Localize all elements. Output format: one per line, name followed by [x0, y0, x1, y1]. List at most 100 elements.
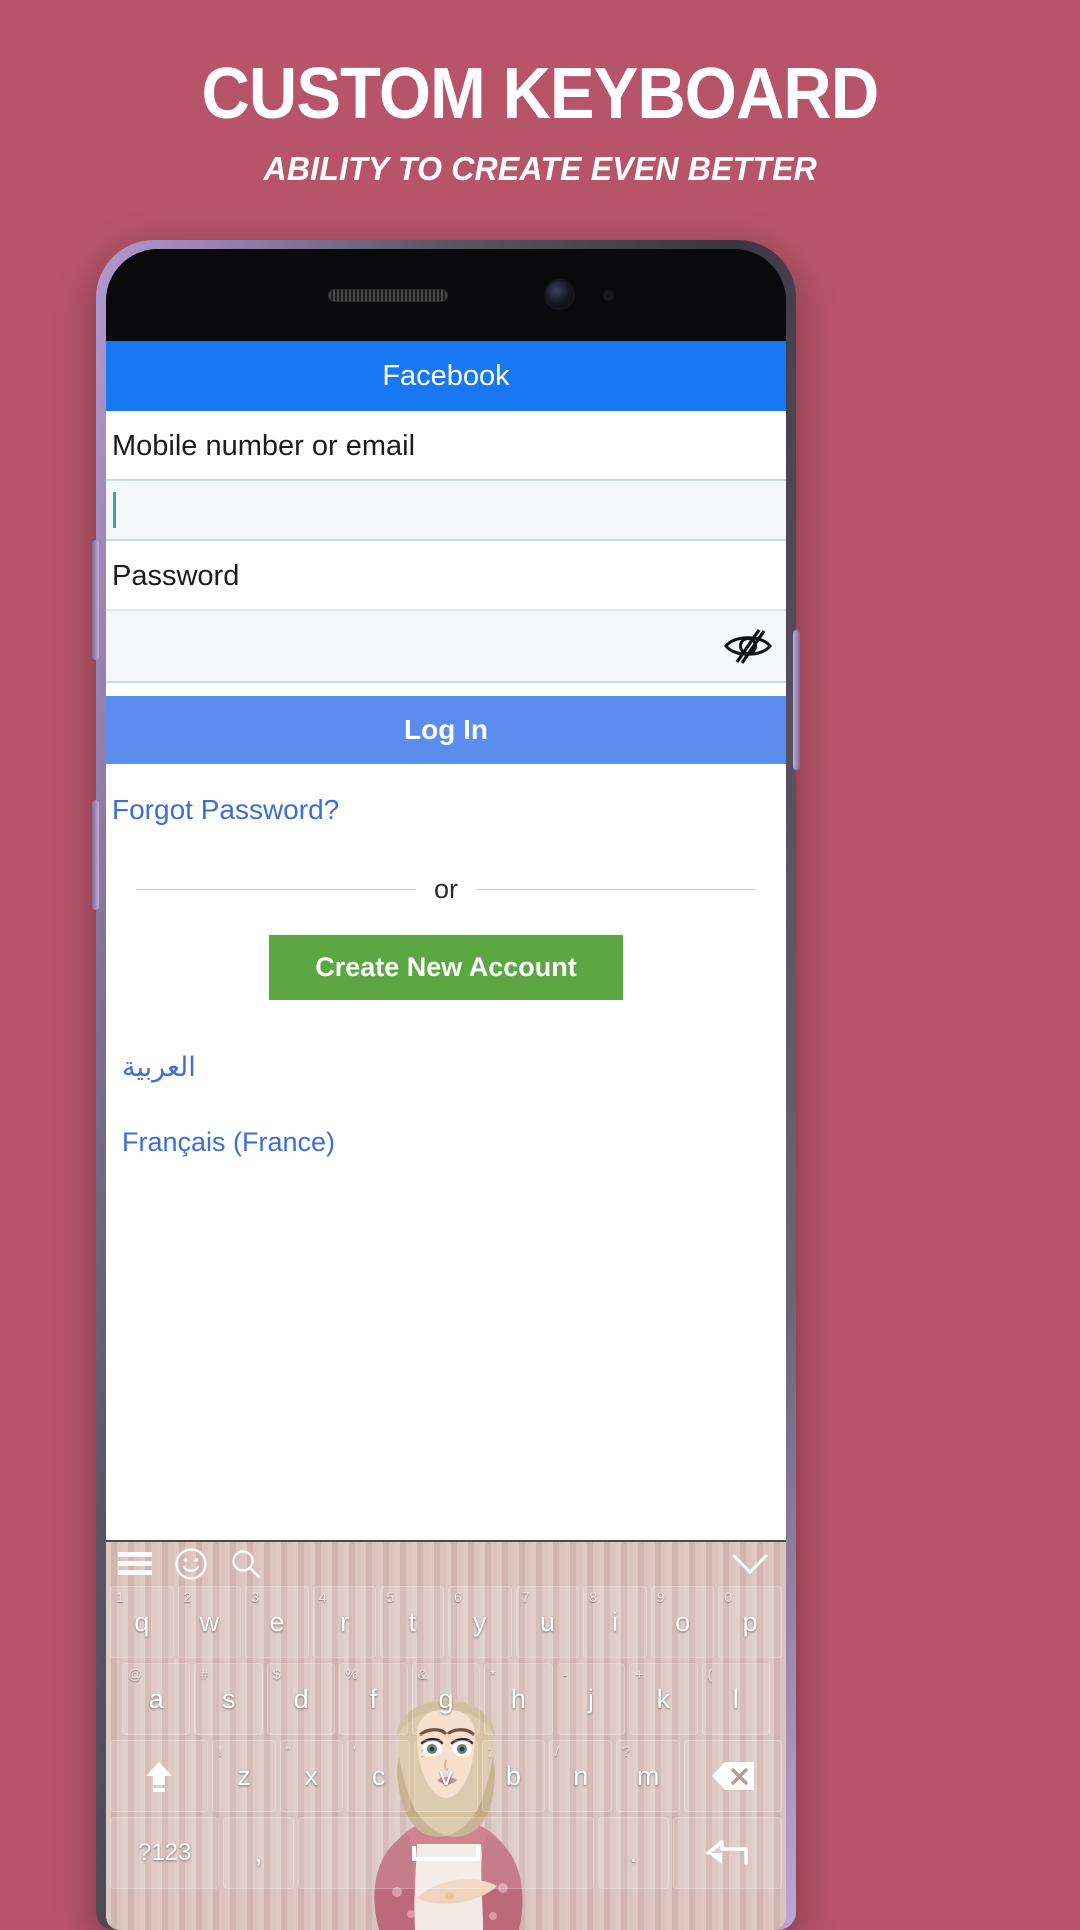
key-hint: 6 — [454, 1589, 462, 1605]
key-label: v — [439, 1760, 453, 1791]
key-g[interactable]: & g — [411, 1663, 481, 1735]
phone-screen-bezel: Facebook Mobile number or email Password — [106, 249, 786, 1930]
key-c[interactable]: ' c — [346, 1740, 411, 1812]
key-label: c — [371, 1760, 386, 1791]
app-bar-title: Facebook — [382, 359, 510, 392]
key-hint: ! — [218, 1743, 223, 1759]
shift-key[interactable] — [110, 1740, 209, 1812]
key-u[interactable]: 7u — [515, 1586, 580, 1658]
key-l[interactable]: (l — [701, 1663, 770, 1735]
language-link-arabic[interactable]: العربية — [106, 1000, 786, 1083]
key-hint: 0 — [724, 1589, 733, 1605]
email-input[interactable] — [106, 479, 786, 541]
key-hint: + — [635, 1666, 644, 1682]
menu-icon[interactable] — [118, 1551, 152, 1577]
key-j[interactable]: -j — [556, 1663, 626, 1735]
phone-mockup: Facebook Mobile number or email Password — [92, 240, 800, 1930]
key-m[interactable]: ? m — [616, 1740, 680, 1812]
key-hint: % — [345, 1666, 358, 1682]
key-label: w — [199, 1606, 220, 1637]
key-y[interactable]: 6y — [448, 1586, 512, 1658]
create-account-label: Create New Account — [315, 952, 577, 982]
bixby-button[interactable] — [92, 800, 99, 910]
keyboard-row-3: ! z " x ' c :v ; b / n ? m — [106, 1740, 786, 1812]
eye-off-icon[interactable] — [722, 626, 774, 666]
emoji-icon[interactable] — [174, 1547, 208, 1581]
key-v[interactable]: :v — [414, 1740, 478, 1812]
enter-icon — [706, 1840, 749, 1865]
login-button[interactable]: Log In — [106, 696, 786, 764]
key-a[interactable]: @ a — [122, 1663, 191, 1735]
backspace-key[interactable] — [683, 1740, 782, 1812]
key-label: y — [473, 1606, 487, 1637]
key-label: p — [742, 1606, 758, 1637]
key-t[interactable]: 5t — [380, 1586, 444, 1658]
or-divider: or — [106, 874, 786, 905]
key-label: g — [438, 1683, 454, 1714]
password-input[interactable] — [106, 609, 786, 683]
key-x[interactable]: " x — [279, 1740, 343, 1812]
key-o[interactable]: 9o — [650, 1586, 715, 1658]
symbols-key[interactable]: ?123 — [110, 1817, 220, 1889]
period-key[interactable]: . — [598, 1817, 669, 1889]
key-label: , — [254, 1837, 263, 1868]
volume-button[interactable] — [92, 540, 99, 660]
divider-line-right — [476, 889, 757, 890]
app-bar: Facebook — [106, 341, 786, 411]
key-d[interactable]: $ d — [266, 1663, 336, 1735]
key-label: x — [304, 1760, 319, 1791]
email-field-label: Mobile number or email — [112, 430, 416, 462]
forgot-password-link[interactable]: Forgot Password? — [106, 764, 786, 826]
key-label: f — [369, 1683, 378, 1714]
create-account-button[interactable]: Create New Account — [269, 935, 623, 1000]
key-p[interactable]: 0p — [718, 1586, 782, 1658]
key-n[interactable]: / n — [549, 1740, 613, 1812]
key-label: s — [221, 1683, 236, 1714]
login-button-label: Log In — [404, 714, 488, 745]
key-s[interactable]: # s — [194, 1663, 263, 1735]
front-camera-icon — [546, 281, 573, 308]
key-w[interactable]: 2w — [177, 1586, 242, 1658]
key-label: t — [408, 1606, 416, 1637]
password-field-label: Password — [112, 560, 240, 592]
key-label: e — [269, 1606, 285, 1637]
key-label: h — [510, 1683, 526, 1714]
key-b[interactable]: ; b — [481, 1740, 546, 1812]
key-hint: : — [420, 1743, 425, 1759]
key-e[interactable]: 3e — [245, 1586, 309, 1658]
power-button[interactable] — [793, 630, 800, 770]
key-z[interactable]: ! z — [212, 1740, 276, 1812]
key-label: q — [134, 1606, 150, 1637]
key-label: a — [148, 1683, 164, 1714]
key-hint: 4 — [318, 1589, 327, 1605]
key-hint: ( — [707, 1666, 713, 1682]
enter-key[interactable] — [672, 1817, 782, 1889]
divider-label: or — [434, 874, 459, 904]
key-hint: * — [490, 1666, 496, 1682]
key-label: d — [293, 1683, 309, 1714]
earpiece-speaker — [328, 289, 448, 302]
space-key[interactable] — [297, 1817, 595, 1889]
key-hint: 8 — [589, 1589, 597, 1605]
key-k[interactable]: + k — [629, 1663, 698, 1735]
key-h[interactable]: * h — [484, 1663, 553, 1735]
phone-top-bezel — [106, 249, 786, 341]
comma-key[interactable]: , — [223, 1817, 294, 1889]
custom-keyboard: 1q 2w 3e 4r 5t 6y 7u 8i 9o 0p @ a # s $ … — [106, 1540, 786, 1930]
key-label: i — [611, 1606, 618, 1637]
key-label: . — [629, 1837, 638, 1868]
search-icon[interactable] — [230, 1548, 262, 1580]
key-q[interactable]: 1q — [110, 1586, 174, 1658]
key-i[interactable]: 8i — [583, 1586, 647, 1658]
promo-header: CUSTOM KEYBOARD ABILITY TO CREATE EVEN B… — [0, 0, 1080, 230]
keyboard-rows: 1q 2w 3e 4r 5t 6y 7u 8i 9o 0p @ a # s $ … — [106, 1586, 786, 1889]
key-label: b — [505, 1760, 521, 1791]
chevron-down-icon[interactable] — [730, 1551, 770, 1577]
key-f[interactable]: % f — [339, 1663, 408, 1735]
key-hint: 3 — [251, 1589, 260, 1605]
create-account-row: Create New Account — [106, 935, 786, 1000]
key-hint: ' — [352, 1743, 356, 1759]
language-link-french[interactable]: Français (France) — [106, 1083, 786, 1158]
key-hint: 2 — [183, 1589, 192, 1605]
key-r[interactable]: 4r — [312, 1586, 377, 1658]
